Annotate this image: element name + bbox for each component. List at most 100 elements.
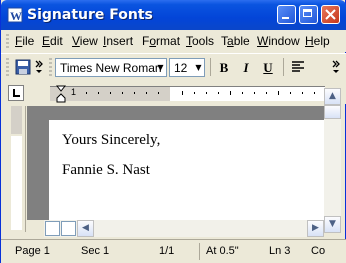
ruler-tick [290,92,291,94]
align-left-icon[interactable] [290,58,306,76]
formatting-toolbar: Times New Roman ▼ 12 ▼ B I U [1,53,346,81]
ruler-tick [86,92,87,94]
ruler-tick [254,92,255,94]
menu-file-label: ile [22,34,35,48]
status-pages: 1/1 [159,245,175,257]
ruler-tick [194,92,195,94]
font-size-value: 12 [174,61,188,75]
menu-edit-key: E [42,34,51,48]
menu-insert-label: nsert [106,34,134,48]
italic-button[interactable]: I [237,59,255,76]
ruler-mark: 1 [71,87,77,97]
menu-insert[interactable]: Insert [103,34,133,48]
toolbar-options-icon[interactable] [34,58,44,76]
menu-view-key: V [72,34,80,48]
menu-view-label: iew [79,34,98,48]
word-app-icon: W [7,7,23,23]
scroll-down-button[interactable]: ▼ [324,216,341,233]
menu-file[interactable]: File [15,34,34,48]
doc-line-1[interactable]: Yours Sincerely, [62,132,160,149]
menu-help-key: H [305,34,314,48]
ruler-tick [158,92,159,94]
ruler-tick [122,92,123,94]
ruler-tick [230,91,231,95]
scroll-right-button[interactable]: ▶ [307,220,324,237]
ruler-tick [134,92,135,94]
font-name-select[interactable]: Times New Roman [55,58,167,77]
vertical-ruler[interactable] [8,106,26,232]
bold-button[interactable]: B [215,59,233,76]
status-divider [199,243,200,260]
scroll-up-button[interactable]: ▲ [324,88,341,105]
menu-help-label: elp [313,34,330,48]
document-area[interactable]: Yours Sincerely, Fannie S. Nast [27,106,324,220]
menu-edit[interactable]: Edit [42,34,63,48]
menu-window[interactable]: Window [257,34,300,48]
title-bar[interactable]: W Signature Fonts [1,0,346,30]
toolbar-options-icon-2[interactable] [331,58,341,76]
ruler-tick [266,92,267,94]
close-icon [325,9,336,20]
ruler-tick [314,92,315,94]
maximize-button[interactable] [299,5,318,24]
ruler-row: 1 [1,80,346,104]
left-tab-icon [13,89,20,97]
save-icon[interactable] [14,58,32,76]
normal-view-icon[interactable] [45,221,60,236]
font-name-chevron-icon[interactable]: ▼ [156,59,165,76]
menu-table-label: ble [233,34,250,48]
ruler-tick [278,91,279,95]
menu-view[interactable]: View [72,34,98,48]
tab-selector[interactable] [8,85,24,101]
doc-line-2[interactable]: Fannie S. Nast [62,162,150,179]
scroll-left-button[interactable]: ◀ [77,220,94,237]
minimize-button[interactable] [277,5,296,24]
scroll-thumb[interactable] [324,105,341,119]
ruler-tick [302,92,303,94]
toolbar-grip-2[interactable] [49,58,52,76]
close-button[interactable] [321,5,340,24]
menu-format[interactable]: Format [142,34,180,48]
menu-table[interactable]: Table [221,34,250,48]
status-bar: Page 1 Sec 1 1/1 At 0.5" Ln 3 Co [1,239,346,263]
document-page[interactable]: Yours Sincerely, Fannie S. Nast [49,120,324,220]
menu-tools-label: ools [192,34,215,48]
svg-text:W: W [10,9,22,23]
toolbar-grip[interactable] [6,58,9,76]
vertical-scrollbar[interactable]: ▲ ▼ [324,88,341,233]
menu-format-label: rmat [156,34,181,48]
ruler-margin [50,87,170,101]
status-at: At 0.5" [206,245,239,257]
toolbar-separator-2 [283,58,284,76]
window-title: Signature Fonts [27,7,153,23]
menu-table-key: a [227,34,234,48]
menu-grip[interactable] [6,34,9,48]
ruler-tick [146,92,147,94]
toolbar-separator [210,58,211,76]
menu-window-key: W [257,34,269,48]
underline-button[interactable]: U [259,59,277,76]
vertical-ruler-margin [11,106,22,134]
font-size-chevron-icon[interactable]: ▼ [194,59,203,76]
menu-edit-label: dit [50,34,63,48]
status-section: Sec 1 [81,245,110,257]
menu-help[interactable]: Help [305,34,330,48]
status-page: Page 1 [15,245,50,257]
ruler-tick [110,92,111,94]
ruler-tick [242,92,243,94]
horizontal-ruler[interactable]: 1 [50,85,325,103]
status-column: Co [311,245,326,257]
status-line: Ln 3 [269,245,291,257]
ruler-tick [206,92,207,94]
ruler-tick [182,91,183,95]
font-name-value: Times New Roman [60,61,162,75]
indent-marker-icon[interactable] [56,85,66,103]
horizontal-scrollbar[interactable]: ◀ ▶ [44,220,324,237]
menu-bar: File Edit View Insert Format Tools Table… [1,30,346,52]
menu-window-label: indow [268,34,300,48]
menu-tools[interactable]: Tools [186,34,214,48]
outline-view-icon[interactable] [61,221,76,236]
vertical-ruler-body [11,136,22,230]
ruler-tick [218,92,219,94]
ruler-tick [98,92,99,94]
